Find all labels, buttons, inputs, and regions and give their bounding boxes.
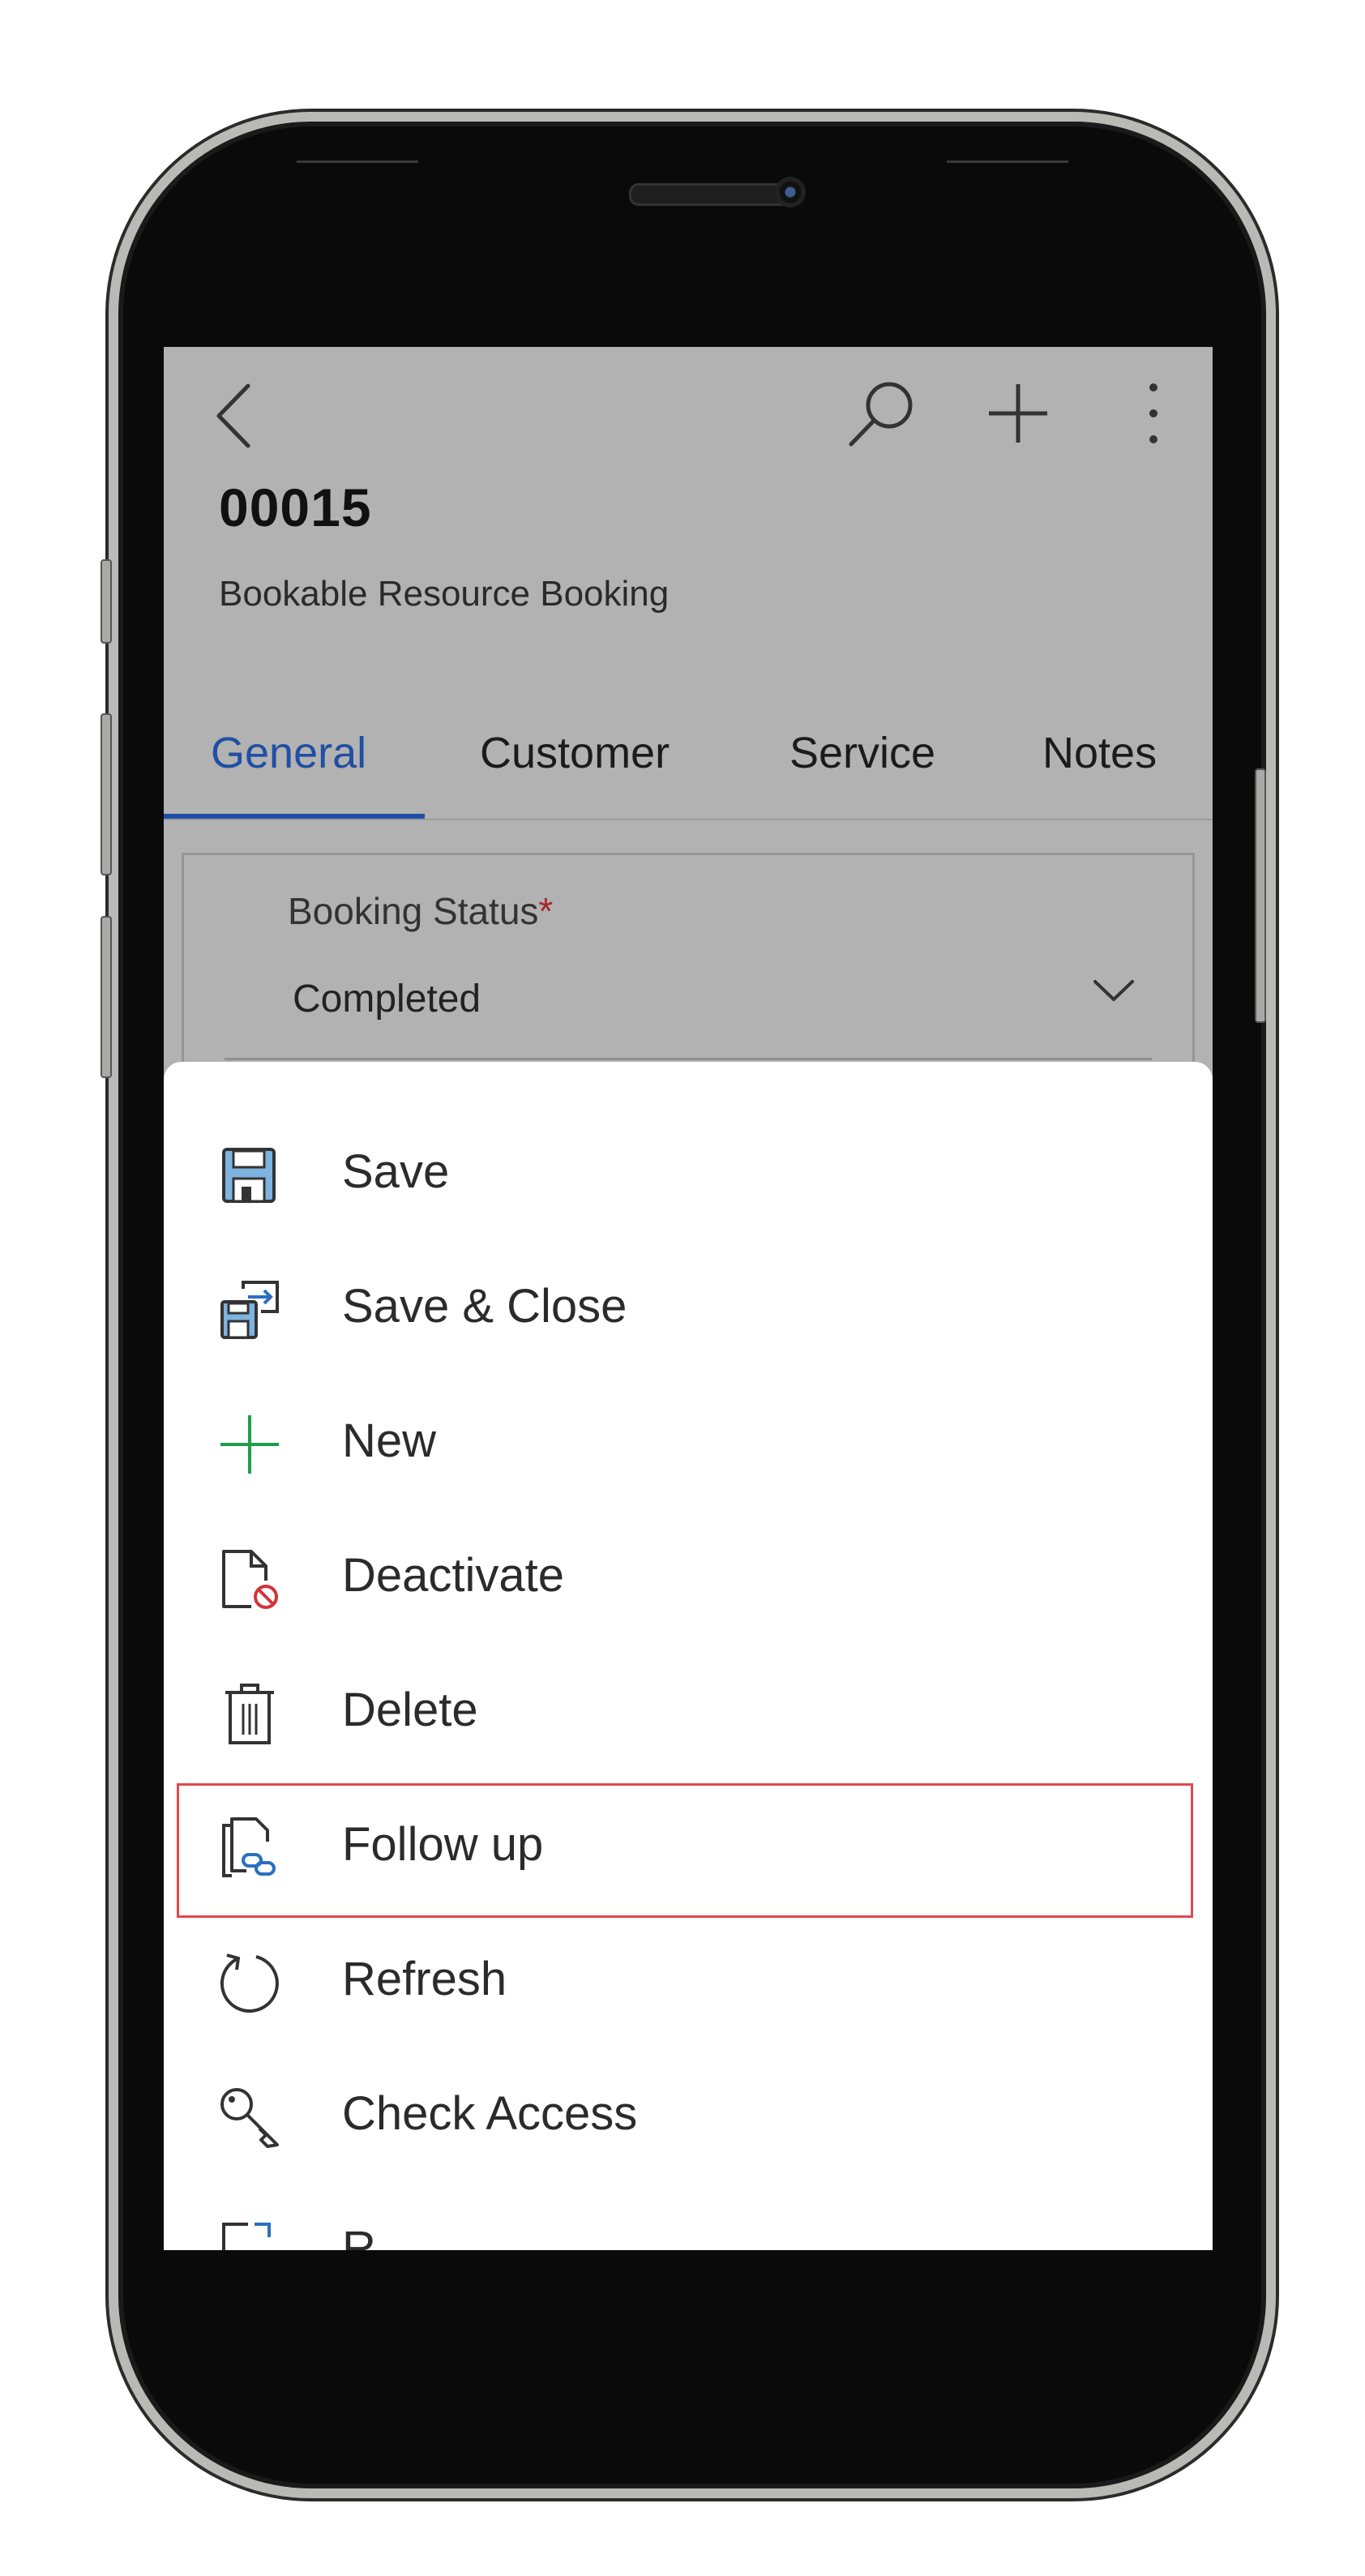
notch-line-left <box>297 160 418 163</box>
save-close-icon <box>220 1281 279 1339</box>
tab-notes[interactable]: Notes <box>1042 728 1157 778</box>
front-camera <box>775 177 806 208</box>
menu-item-check-access[interactable]: Check Access <box>164 2049 1213 2184</box>
refresh-icon <box>220 1953 279 2013</box>
required-marker: * <box>538 890 554 932</box>
notch-line-right <box>947 160 1068 163</box>
app-screen: 00015 Bookable Resource Booking General … <box>164 347 1213 2250</box>
mute-switch <box>101 559 112 644</box>
document-icon <box>222 2223 271 2250</box>
tab-service[interactable]: Service <box>789 728 935 778</box>
record-title: 00015 <box>219 477 372 537</box>
volume-down-button <box>101 916 112 1078</box>
menu-item-delete[interactable]: Delete <box>164 1645 1213 1780</box>
menu-item-label: Delete <box>342 1684 478 1736</box>
tab-customer[interactable]: Customer <box>480 728 670 778</box>
menu-item-save-close[interactable]: Save & Close <box>164 1242 1213 1376</box>
menu-item-label: Refresh <box>342 1953 507 2005</box>
volume-up-button <box>101 713 112 875</box>
earpiece-speaker <box>629 183 796 206</box>
power-button <box>1255 768 1266 1023</box>
form-tabs: General Customer Service Notes <box>164 704 1213 804</box>
menu-item-refresh[interactable]: Refresh <box>164 1915 1213 2049</box>
save-icon <box>222 1148 276 1203</box>
menu-item-label: New <box>342 1414 437 1467</box>
menu-item-new[interactable]: New <box>164 1376 1213 1511</box>
menu-item-cut-off[interactable]: R <box>164 2184 1213 2250</box>
menu-item-save[interactable]: Save <box>164 1107 1213 1242</box>
add-icon[interactable] <box>986 381 1050 446</box>
menu-item-label: Save <box>342 1145 450 1198</box>
key-icon <box>220 2088 279 2148</box>
booking-status-value[interactable]: Completed <box>293 977 481 1021</box>
menu-item-label: Deactivate <box>342 1549 565 1602</box>
plus-icon <box>220 1415 279 1474</box>
menu-item-label: R <box>342 2222 376 2250</box>
more-options-icon[interactable] <box>1141 379 1166 447</box>
menu-item-label: Save & Close <box>342 1280 627 1333</box>
menu-item-deactivate[interactable]: Deactivate <box>164 1511 1213 1645</box>
booking-status-underline <box>225 1058 1152 1060</box>
booking-status-label-text: Booking Status <box>288 890 539 932</box>
chevron-down-icon[interactable] <box>1092 977 1136 1004</box>
deactivate-icon <box>222 1550 278 1609</box>
follow-up-highlight <box>177 1783 1193 1918</box>
command-menu-sheet: Save Save & Close New Deactivate Delete … <box>164 1062 1213 2250</box>
tab-general[interactable]: General <box>211 728 366 778</box>
back-icon[interactable] <box>211 379 259 452</box>
booking-status-label: Booking Status* <box>288 889 553 933</box>
tab-divider <box>164 819 1213 820</box>
trash-icon <box>225 1684 274 1744</box>
menu-item-label: Check Access <box>342 2087 638 2140</box>
entity-name: Bookable Resource Booking <box>219 574 670 614</box>
search-icon[interactable] <box>845 378 918 451</box>
